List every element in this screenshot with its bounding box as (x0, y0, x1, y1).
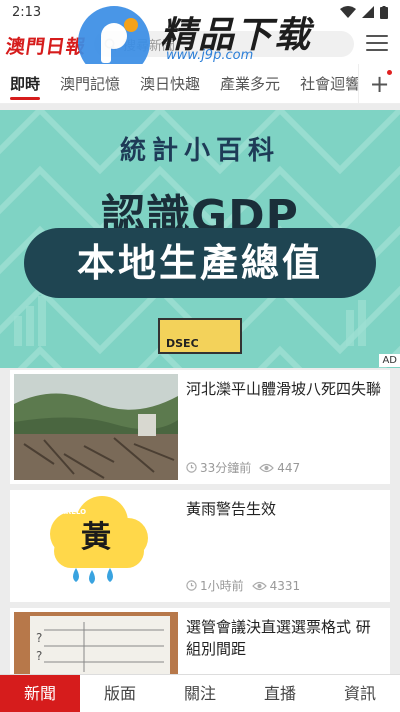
tab-industry[interactable]: 產業多元 (210, 64, 290, 104)
menu-icon[interactable] (366, 35, 388, 53)
svg-text:?: ? (36, 649, 42, 663)
app-logo[interactable]: 澳門日報 (4, 32, 88, 59)
notification-dot (387, 70, 392, 75)
signal-icon (362, 6, 374, 18)
watermark-url: www.j9p.com (166, 48, 254, 63)
plus-icon: + (369, 70, 390, 98)
nav-live[interactable]: 直播 (240, 675, 320, 712)
thumb-subtext: AMARELO (48, 508, 87, 516)
news-item[interactable]: 河北灤平山體滑坡八死四失聯 33分鐘前 447 (10, 370, 390, 484)
news-item[interactable]: 黃 AMARELO 黃雨警告生效 1小時前 4331 (10, 490, 390, 602)
news-time: 33分鐘前 (200, 461, 252, 475)
news-thumbnail: ?? (14, 612, 178, 674)
thumb-text: 黃 (81, 520, 111, 555)
banner-main-text: 本地生產總值 (24, 228, 376, 298)
banner-subtitle: 統計小百科 (119, 136, 280, 166)
news-thumbnail (14, 374, 178, 480)
banner-ad[interactable]: 統計小百科 認識GDP 本地生產總值 DSEC AD (0, 110, 400, 368)
clock-icon (186, 462, 197, 473)
nav-news[interactable]: 新聞 (0, 675, 80, 712)
tab-society[interactable]: 社會迴響 (290, 64, 358, 104)
news-time: 1小時前 (200, 579, 244, 593)
tab-instant[interactable]: 即時 (0, 64, 50, 104)
eye-icon (251, 581, 267, 590)
category-tabs: 即時 澳門記憶 澳日快趣 產業多元 社會迴響 + (0, 64, 400, 104)
news-views: 447 (277, 460, 301, 475)
svg-text:?: ? (36, 631, 42, 645)
nav-info[interactable]: 資訊 (320, 675, 400, 712)
eye-icon (259, 463, 275, 472)
app-root: 2:13 澳門日報 搜尋新聞 (0, 0, 400, 712)
add-tab-button[interactable]: + (358, 64, 400, 104)
news-thumbnail: 黃 AMARELO (14, 494, 178, 600)
bottom-nav: 新聞 版面 關注 直播 資訊 (0, 674, 400, 712)
news-title: 河北灤平山體滑坡八死四失聯 (186, 380, 382, 398)
dsec-logo: DSEC (158, 318, 242, 354)
battery-icon (380, 5, 388, 19)
nav-pages[interactable]: 版面 (80, 675, 160, 712)
wifi-icon (340, 6, 356, 18)
watermark-dot (124, 18, 138, 32)
news-meta: 33分鐘前 447 (186, 459, 300, 476)
ad-badge: AD (379, 354, 400, 367)
tab-macau-memory[interactable]: 澳門記憶 (50, 64, 130, 104)
status-icons (340, 5, 388, 19)
news-views: 4331 (269, 578, 301, 593)
clock-icon (186, 580, 197, 591)
news-item[interactable]: ?? 選管會議決直選選票格式 研組別間距 (10, 608, 390, 674)
nav-follow[interactable]: 關注 (160, 675, 240, 712)
news-title: 選管會議決直選選票格式 研組別間距 (186, 618, 371, 658)
news-title: 黃雨警告生效 (186, 500, 277, 518)
tab-fun[interactable]: 澳日快趣 (130, 64, 210, 104)
tab-scroll: 即時 澳門記憶 澳日快趣 產業多元 社會迴響 (0, 64, 358, 104)
news-meta: 1小時前 4331 (186, 577, 300, 594)
status-time: 2:13 (12, 4, 42, 20)
